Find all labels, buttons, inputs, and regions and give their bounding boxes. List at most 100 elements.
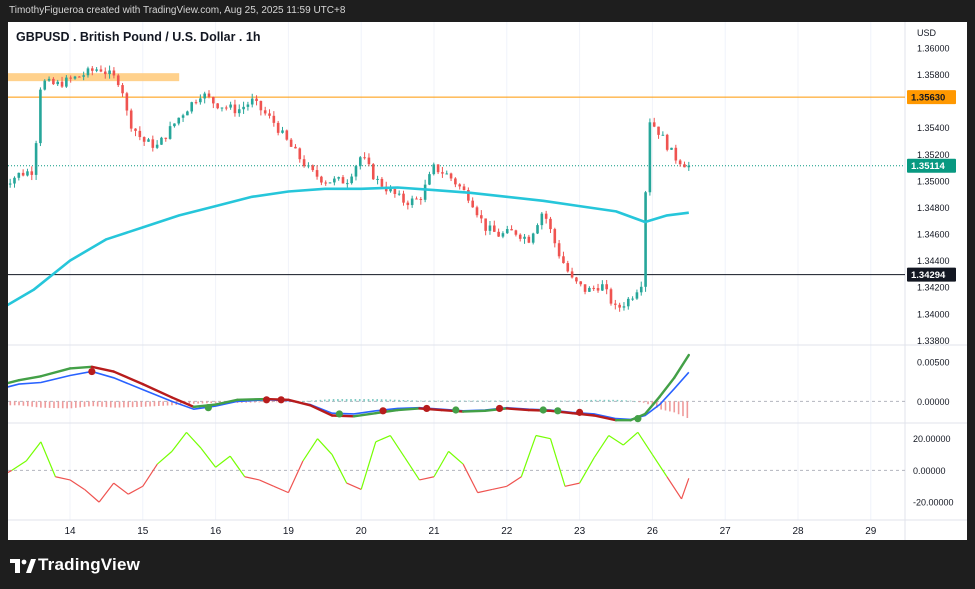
oscillator-segment bbox=[287, 460, 304, 493]
macd-histogram-bar bbox=[494, 400, 496, 402]
candle-body bbox=[47, 78, 51, 81]
oscillator-segment bbox=[84, 488, 100, 503]
price-tick-label: 1.33800 bbox=[917, 336, 950, 346]
macd-histogram-bar bbox=[328, 399, 330, 402]
macd-cross-marker bbox=[423, 404, 431, 413]
macd-histogram-bar bbox=[75, 401, 77, 408]
candle-body bbox=[665, 134, 669, 150]
price-tick-label: 1.35800 bbox=[917, 70, 950, 80]
oscillator-segment bbox=[55, 476, 71, 481]
macd-tick-label: 0.00000 bbox=[917, 397, 950, 407]
macd-histogram-bar bbox=[48, 401, 51, 408]
time-tick-label: 20 bbox=[356, 526, 368, 537]
candle-body bbox=[285, 130, 289, 140]
candle-body bbox=[471, 200, 474, 208]
macd-histogram-bar bbox=[686, 401, 689, 419]
candle-body bbox=[635, 292, 639, 299]
macd-cross-marker bbox=[379, 407, 387, 415]
currency-label: USD bbox=[917, 28, 937, 38]
macd-histogram-bar bbox=[647, 401, 649, 405]
candle-body bbox=[194, 102, 198, 104]
candle-body bbox=[423, 184, 427, 200]
chart-canvas[interactable]: 1.36000 1.35800 1.35400 1.35200 1.35000 1.348… bbox=[8, 22, 967, 540]
macd-histogram-bar bbox=[380, 399, 383, 402]
price-badge-label: 1.35630 bbox=[911, 93, 945, 104]
macd-histogram-bar bbox=[420, 400, 422, 402]
time-tick-label: 28 bbox=[792, 526, 804, 537]
macd-cross-marker bbox=[539, 406, 547, 414]
candle-body bbox=[631, 298, 634, 300]
candle-body bbox=[358, 157, 362, 167]
macd-histogram-bar bbox=[538, 400, 540, 402]
macd-histogram-bar bbox=[354, 399, 357, 402]
macd-signal-segment bbox=[68, 365, 94, 370]
time-tick-label: 29 bbox=[865, 526, 877, 537]
candle-body bbox=[173, 123, 176, 127]
macd-signal-segment bbox=[309, 404, 334, 417]
candle-body bbox=[397, 193, 401, 195]
chart-panel[interactable]: 1.36000 1.35800 1.35400 1.35200 1.35000 1.348… bbox=[8, 22, 967, 540]
candle-body bbox=[337, 177, 340, 179]
candle-body bbox=[315, 170, 319, 177]
macd-histogram-bar bbox=[428, 400, 431, 402]
macd-histogram-bar bbox=[88, 401, 90, 407]
candle-body bbox=[536, 225, 539, 234]
oscillator-segment bbox=[462, 463, 479, 493]
price-badge-label: 1.35114 bbox=[911, 161, 946, 172]
candle-body bbox=[644, 192, 647, 287]
macd-histogram-bar bbox=[40, 401, 42, 408]
macd-histogram-bar bbox=[271, 401, 274, 403]
oscillator-segment bbox=[593, 435, 610, 459]
macd-histogram-bar bbox=[302, 401, 304, 402]
macd-histogram-bar bbox=[66, 401, 68, 409]
price-tick-label: 1.34800 bbox=[917, 203, 950, 213]
macd-histogram-bar bbox=[101, 401, 103, 407]
candle-body bbox=[86, 68, 90, 76]
oscillator-segment bbox=[549, 438, 566, 487]
oscillator-segment bbox=[622, 431, 639, 446]
macd-cross-marker bbox=[262, 396, 271, 404]
oscillator-segment bbox=[637, 432, 653, 455]
candle-body bbox=[501, 233, 505, 237]
candle-body bbox=[268, 113, 271, 116]
macd-signal-segment bbox=[396, 407, 421, 412]
oscillator-segment bbox=[25, 441, 42, 462]
oscillator-segment bbox=[433, 451, 450, 478]
candle-body bbox=[237, 109, 241, 114]
oscillator-segment bbox=[40, 441, 56, 477]
candle-body bbox=[596, 288, 600, 291]
resistance-zone-layer bbox=[8, 73, 180, 82]
oscillator-segment bbox=[156, 450, 173, 465]
macd-histogram-bar bbox=[214, 401, 217, 403]
macd-cross-marker bbox=[204, 404, 212, 412]
macd-histogram-bar bbox=[533, 400, 536, 402]
macd-histogram-bar bbox=[358, 399, 361, 402]
candle-body bbox=[505, 229, 509, 234]
candle-body bbox=[142, 137, 146, 142]
oscillator-segment bbox=[273, 485, 289, 494]
oscillator-tick-label: 0.00000 bbox=[913, 466, 946, 476]
candle-body bbox=[95, 69, 98, 71]
candle-body bbox=[678, 160, 682, 165]
macd-histogram-bar bbox=[210, 401, 213, 404]
candle-body bbox=[531, 233, 535, 243]
macd-histogram-bar bbox=[586, 400, 588, 402]
candle-body bbox=[289, 139, 293, 147]
candle-body bbox=[683, 164, 686, 168]
candle-body bbox=[410, 198, 414, 206]
candle-body bbox=[350, 176, 353, 184]
macd-histogram-bar bbox=[92, 401, 95, 407]
macd-histogram-bar bbox=[511, 400, 514, 402]
oscillator-segment bbox=[506, 476, 522, 487]
candle-body bbox=[65, 77, 68, 87]
candle-body bbox=[566, 263, 570, 272]
candle-body bbox=[523, 236, 526, 239]
macd-histogram-bar bbox=[258, 401, 261, 403]
candle-body bbox=[579, 281, 583, 285]
candle-body bbox=[26, 171, 29, 176]
footer-bar bbox=[0, 540, 975, 589]
macd-histogram-bar bbox=[350, 399, 352, 402]
candle-body bbox=[164, 137, 168, 139]
macd-histogram-bar bbox=[206, 401, 208, 404]
oscillator-segment bbox=[98, 482, 115, 503]
